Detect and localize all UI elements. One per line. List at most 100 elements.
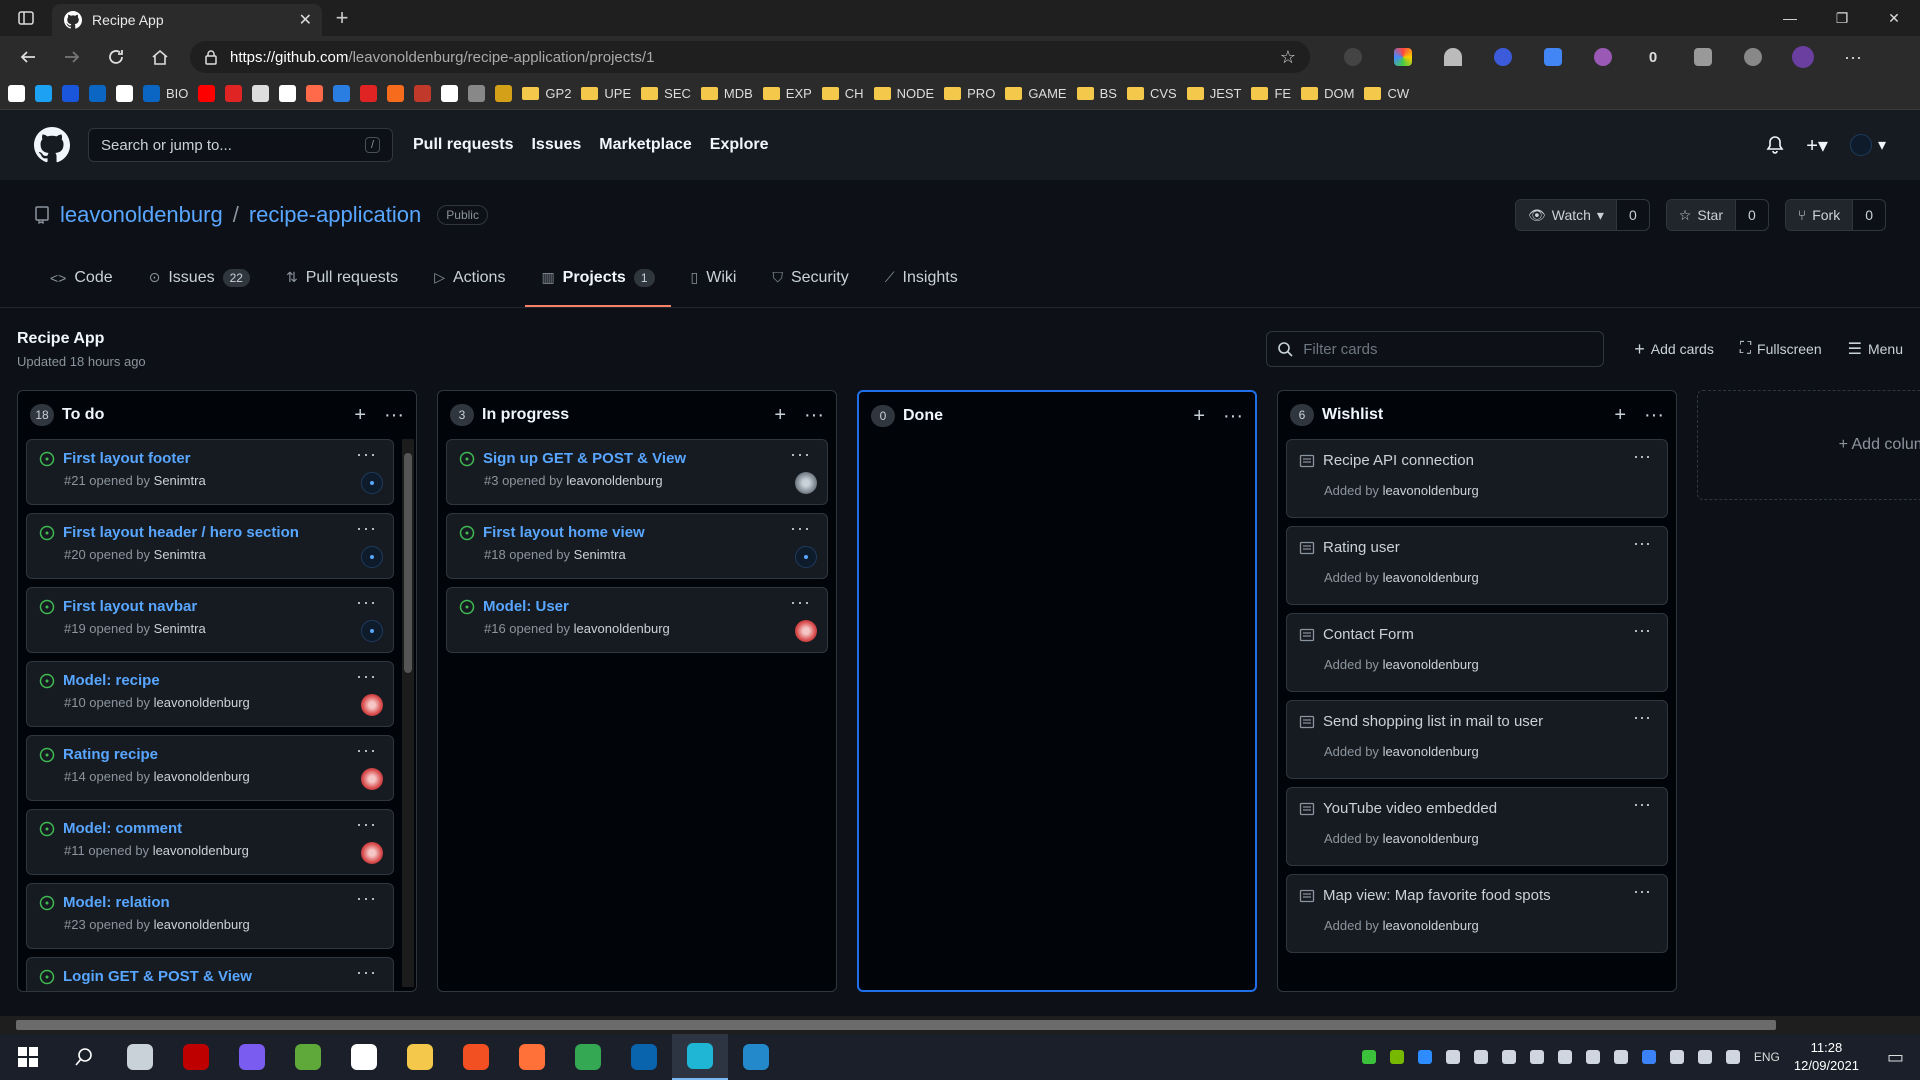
more-options-icon[interactable]: ··· (1828, 41, 1878, 73)
bookmark-folder[interactable]: NODE (873, 86, 934, 101)
browser-tab[interactable]: Recipe App ✕ (52, 4, 322, 36)
bookmark-item[interactable]: BIO (143, 85, 188, 102)
note-card[interactable]: Contact Form Added by leavonoldenburg ··· (1286, 613, 1668, 692)
issue-author-link[interactable]: Senimtra (154, 547, 206, 562)
card-menu-icon[interactable]: ··· (356, 888, 377, 909)
column-menu-icon[interactable]: ··· (804, 404, 824, 427)
add-card-icon[interactable]: + (354, 404, 366, 427)
note-card[interactable]: Rating user Added by leavonoldenburg ··· (1286, 526, 1668, 605)
issue-card[interactable]: Rating recipe #14 opened by leavonoldenbu… (26, 735, 394, 801)
note-author-link[interactable]: leavonoldenburg (1383, 570, 1479, 585)
star-button[interactable]: ☆ Star (1666, 200, 1735, 230)
add-card-icon[interactable]: + (1614, 404, 1626, 427)
issue-title-link[interactable]: Rating recipe (63, 746, 158, 763)
close-window-button[interactable]: ✕ (1868, 0, 1920, 36)
note-card[interactable]: Map view: Map favorite food spots Added b… (1286, 874, 1668, 953)
horizontal-scrollbar[interactable] (0, 1016, 1920, 1034)
search-icon[interactable] (56, 1034, 112, 1080)
assignee-avatar[interactable] (795, 472, 817, 494)
note-card[interactable]: Recipe API connection Added by leavonolde… (1286, 439, 1668, 518)
card-menu-icon[interactable]: ··· (1633, 446, 1651, 467)
add-card-icon[interactable]: + (1193, 405, 1205, 428)
fork-count[interactable]: 0 (1852, 200, 1885, 230)
outlook-icon[interactable] (616, 1034, 672, 1080)
bookmark-icon[interactable] (35, 85, 52, 102)
bookmark-icon[interactable] (89, 85, 106, 102)
bookmark-folder[interactable]: CVS (1126, 86, 1177, 101)
add-column-button[interactable]: + Add column (1697, 390, 1920, 500)
issue-author-link[interactable]: Senimtra (154, 473, 206, 488)
app-icon[interactable] (280, 1034, 336, 1080)
refresh-button[interactable] (96, 40, 136, 74)
nav-issues[interactable]: Issues (531, 136, 581, 154)
bookmark-icon[interactable] (387, 85, 405, 102)
issue-title-link[interactable]: Sign up GET & POST & View (483, 450, 686, 467)
note-card[interactable]: Send shopping list in mail to user Added … (1286, 700, 1668, 779)
card-menu-icon[interactable]: ··· (356, 962, 377, 983)
bookmark-icon[interactable] (198, 85, 216, 102)
bookmark-folder[interactable]: SEC (641, 86, 691, 101)
assignee-avatar[interactable] (361, 546, 383, 568)
note-author-link[interactable]: leavonoldenburg (1383, 483, 1479, 498)
issue-title-link[interactable]: Model: comment (63, 820, 182, 837)
issue-author-link[interactable]: leavonoldenburg (154, 769, 250, 784)
watch-count[interactable]: 0 (1615, 200, 1649, 230)
card-menu-icon[interactable]: ··· (1633, 620, 1651, 641)
issue-title-link[interactable]: First layout navbar (63, 598, 197, 615)
url-bar[interactable]: https://github.com/leavonoldenburg/recip… (190, 41, 1310, 73)
volume-icon[interactable] (1697, 1050, 1712, 1064)
star-count[interactable]: 0 (1735, 200, 1768, 230)
fullscreen-button[interactable]: ⛶ Fullscreen (1740, 340, 1822, 358)
extension-counter[interactable]: 0 (1628, 41, 1678, 73)
close-tab-icon[interactable]: ✕ (299, 10, 312, 30)
add-card-icon[interactable]: + (774, 404, 786, 427)
tab-projects[interactable]: ▥ Projects 1 (525, 250, 671, 307)
issue-card[interactable]: First layout home view #18 opened by Seni… (446, 513, 828, 579)
security-icon[interactable] (1557, 1050, 1572, 1064)
windows-start-icon[interactable] (0, 1034, 56, 1080)
tab-actions[interactable]: ▷ Actions (418, 250, 521, 307)
fork-button[interactable]: ⑂ Fork (1785, 200, 1853, 230)
network-icon[interactable] (1669, 1050, 1684, 1064)
card-menu-icon[interactable]: ··· (356, 666, 377, 687)
tray-icon[interactable] (1613, 1050, 1628, 1064)
issue-card[interactable]: First layout navbar #19 opened by Senimtr… (26, 587, 394, 653)
tab-security[interactable]: ⛉ Security (756, 250, 864, 307)
bookmark-icon[interactable] (116, 85, 133, 102)
tray-icon[interactable] (1361, 1050, 1376, 1064)
issue-author-link[interactable]: leavonoldenburg (154, 695, 250, 710)
issue-title-link[interactable]: First layout home view (483, 524, 645, 541)
bookmark-icon[interactable] (252, 85, 270, 102)
extension-icon[interactable] (1478, 41, 1528, 73)
issue-card[interactable]: Model: comment #11 opened by leavonoldenb… (26, 809, 394, 875)
issue-title-link[interactable]: Model: recipe (63, 672, 160, 689)
card-menu-icon[interactable]: ··· (790, 592, 811, 613)
restore-button[interactable]: ❐ (1816, 0, 1868, 36)
card-menu-icon[interactable]: ··· (356, 740, 377, 761)
issue-title-link[interactable]: First layout footer (63, 450, 191, 467)
column-to-do[interactable]: 18 To do + ··· First layout footer #21 opened… (17, 390, 417, 992)
create-new-button[interactable]: +▾ (1806, 133, 1828, 158)
tray-icon[interactable] (1417, 1050, 1432, 1064)
bookmark-folder[interactable]: UPE (581, 86, 631, 101)
tab-code[interactable]: <> Code (34, 250, 129, 307)
assignee-avatar[interactable] (795, 620, 817, 642)
extension-icon[interactable] (1328, 41, 1378, 73)
issue-author-link[interactable]: leavonoldenburg (566, 473, 662, 488)
assignee-avatar[interactable] (361, 768, 383, 790)
tray-icon[interactable] (1445, 1050, 1460, 1064)
repo-owner-link[interactable]: leavonoldenburg (60, 202, 223, 228)
add-cards-button[interactable]: + Add cards (1634, 339, 1714, 360)
filezilla-icon[interactable] (168, 1034, 224, 1080)
issue-card[interactable]: Model: relation #23 opened by leavonolden… (26, 883, 394, 949)
github-logo-icon[interactable] (34, 127, 70, 163)
bookmark-icon[interactable] (441, 85, 459, 102)
bookmark-icon[interactable] (414, 85, 432, 102)
app-icon[interactable] (336, 1034, 392, 1080)
nav-explore[interactable]: Explore (710, 136, 769, 154)
file-explorer-icon[interactable] (392, 1034, 448, 1080)
extension-icon[interactable] (1578, 41, 1628, 73)
bookmark-folder[interactable]: JEST (1186, 86, 1241, 101)
repo-name-link[interactable]: recipe-application (249, 202, 421, 228)
card-menu-icon[interactable]: ··· (790, 444, 811, 465)
